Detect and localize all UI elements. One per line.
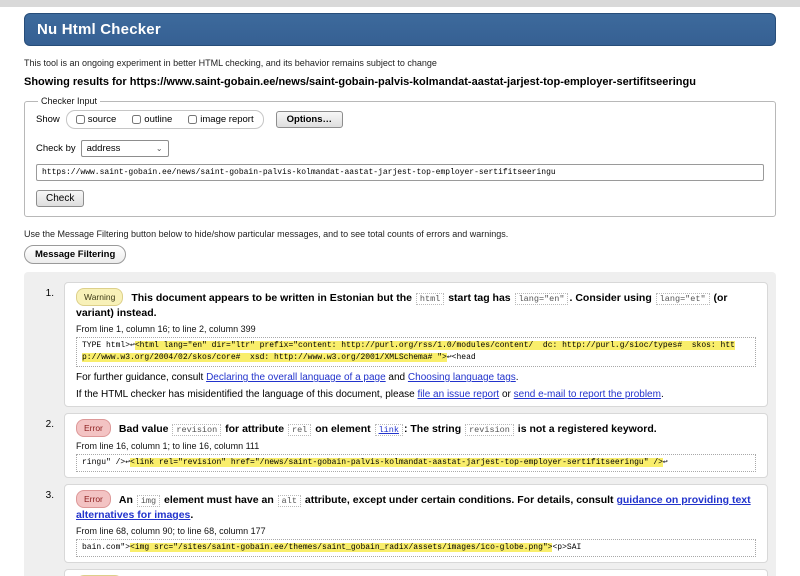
message-item: 2. ErrorBad value revision for attribute … (24, 413, 768, 478)
inline-code: html (416, 293, 444, 305)
message-link[interactable]: send e-mail to report the problem (514, 389, 661, 400)
source-checkbox-label[interactable]: source (76, 114, 117, 125)
source-checkbox[interactable] (76, 115, 85, 124)
inline-code: img (137, 495, 160, 507)
message-text: ErrorBad value revision for attribute re… (76, 419, 756, 437)
results-panel: 1. WarningThis document appears to be wri… (24, 272, 776, 576)
check-button[interactable]: Check (36, 190, 84, 207)
message-item: 3. ErrorAn img element must have an alt a… (24, 484, 768, 563)
check-by-selected-value: address (87, 143, 121, 154)
outline-checkbox[interactable] (132, 115, 141, 124)
url-input[interactable] (36, 164, 764, 181)
message-number: 4. (24, 569, 64, 576)
message-item: 4.WarningThe navigation role is unnecess… (24, 569, 768, 576)
checker-input-fieldset: Checker Input Show source outline image … (24, 96, 776, 217)
image-report-checkbox[interactable] (188, 115, 197, 124)
message-card: ErrorBad value revision for attribute re… (64, 413, 768, 478)
message-link[interactable]: guidance on providing text alternatives … (76, 494, 751, 521)
top-strip (0, 0, 800, 7)
code-highlight: <link rel="revision" href="/news/saint-g… (130, 458, 663, 467)
message-location: From line 16, column 1; to line 16, colu… (76, 441, 756, 451)
code-extract: TYPE html>↩<html lang="en" dir="ltr" pre… (76, 337, 756, 367)
code-context: ringu" />↩ (82, 458, 130, 467)
message-note: If the HTML checker has misidentified th… (76, 389, 756, 401)
inline-code: lang="en" (515, 293, 569, 305)
inline-code: alt (278, 495, 301, 507)
message-filtering-hint: Use the Message Filtering button below t… (24, 229, 776, 239)
message-text: ErrorAn img element must have an alt att… (76, 490, 756, 522)
show-label: Show (36, 114, 60, 125)
message-number: 3. (24, 484, 64, 563)
code-extract: bain.com"><img src="/sites/saint-gobain.… (76, 539, 756, 557)
message-link[interactable]: file an issue report (417, 389, 499, 400)
code-context: TYPE html>↩ (82, 341, 135, 350)
inline-code: revision (465, 424, 514, 436)
message-note: For further guidance, consult Declaring … (76, 372, 756, 384)
show-checkbox-group: source outline image report (66, 110, 264, 129)
message-type-badge: Error (76, 490, 111, 508)
outline-checkbox-label[interactable]: outline (132, 114, 172, 125)
checker-input-legend: Checker Input (38, 96, 100, 106)
code-context: <p>SAI (552, 543, 581, 552)
outline-checkbox-text[interactable]: outline (144, 114, 172, 125)
message-card: ErrorAn img element must have an alt att… (64, 484, 768, 563)
showing-results-heading: Showing results for https://www.saint-go… (24, 76, 776, 88)
inline-code: rel (288, 424, 311, 436)
message-filtering-button[interactable]: Message Filtering (24, 245, 126, 264)
check-by-label: Check by (36, 143, 76, 154)
inline-code: lang="et" (656, 293, 710, 305)
page-title: Nu Html Checker (24, 13, 776, 46)
message-link[interactable]: Choosing language tags (408, 372, 516, 383)
message-location: From line 68, column 90; to line 68, col… (76, 526, 756, 536)
code-context: ↩ (663, 458, 668, 467)
source-checkbox-text[interactable]: source (88, 114, 117, 125)
message-list: 1. WarningThis document appears to be wri… (24, 282, 768, 576)
check-by-select[interactable]: address ⌄ (81, 140, 169, 157)
show-row: Show source outline image report Options… (36, 110, 764, 129)
element-link[interactable]: link (375, 424, 403, 436)
message-type-badge: Warning (76, 288, 123, 306)
image-report-checkbox-text[interactable]: image report (200, 114, 253, 125)
code-highlight: <html lang="en" dir="ltr" prefix="conten… (82, 341, 735, 362)
check-by-row: Check by address ⌄ (36, 140, 764, 157)
image-report-checkbox-label[interactable]: image report (188, 114, 253, 125)
message-number: 2. (24, 413, 64, 478)
options-button[interactable]: Options… (276, 111, 343, 128)
message-type-badge: Error (76, 419, 111, 437)
code-highlight: <img src="/sites/saint-gobain.ee/themes/… (130, 543, 552, 552)
message-card: WarningThis document appears to be writt… (64, 282, 768, 407)
message-number: 1. (24, 282, 64, 407)
code-context: ↩<head (447, 353, 476, 362)
message-link[interactable]: Declaring the overall language of a page (206, 372, 386, 383)
message-item: 1. WarningThis document appears to be wri… (24, 282, 768, 407)
inline-code: revision (172, 424, 221, 436)
message-card: WarningThe navigation role is unnecessar… (64, 569, 768, 576)
message-text: WarningThis document appears to be writt… (76, 288, 756, 320)
message-location: From line 1, column 16; to line 2, colum… (76, 324, 756, 334)
page: Nu Html Checker This tool is an ongoing … (0, 0, 800, 576)
code-extract: ringu" />↩<link rel="revision" href="/ne… (76, 454, 756, 472)
chevron-down-icon: ⌄ (156, 146, 163, 152)
code-context: bain.com"> (82, 543, 130, 552)
experiment-notice: This tool is an ongoing experiment in be… (24, 58, 776, 68)
